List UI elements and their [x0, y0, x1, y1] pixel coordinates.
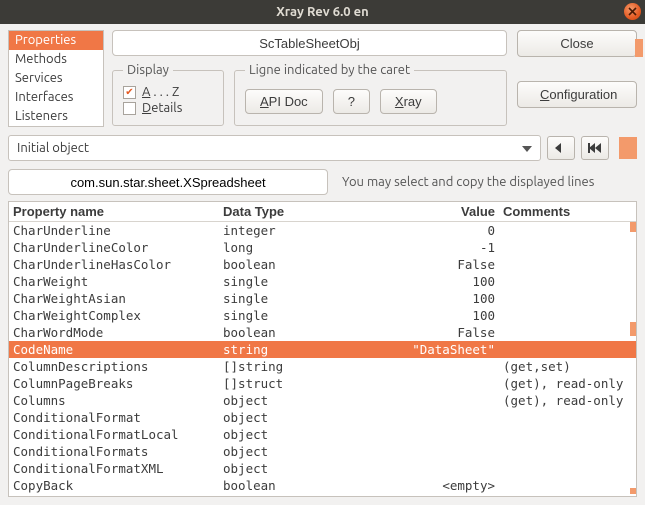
window-titlebar: Xray Rev 6.0 en	[0, 0, 645, 24]
details-label: Details	[142, 101, 182, 115]
table-row[interactable]: CopyBackboolean<empty>	[9, 477, 636, 494]
table-row[interactable]: ConditionalFormatLocalobject	[9, 426, 636, 443]
object-history-label: Initial object	[17, 141, 89, 155]
col-header-comments: Comments	[499, 204, 636, 219]
display-group: Display ✔ A . . . Z Details	[112, 63, 224, 126]
table-row[interactable]: ConditionalFormatobject	[9, 409, 636, 426]
sort-az-checkbox[interactable]: ✔	[123, 86, 136, 99]
table-row[interactable]: CharUnderlineHasColorbooleanFalse	[9, 256, 636, 273]
object-history-select[interactable]: Initial object	[8, 135, 541, 161]
api-doc-button[interactable]: API Doc	[245, 89, 323, 114]
table-row[interactable]: ColumnPageBreaks[]struct(get), read-only	[9, 375, 636, 392]
close-button[interactable]: Close	[517, 30, 637, 57]
xray-button[interactable]: Xray	[380, 89, 437, 114]
table-row[interactable]: CharWeightComplexsingle100	[9, 307, 636, 324]
caret-legend: Ligne indicated by the caret	[245, 63, 414, 77]
nav-first-button[interactable]	[581, 136, 609, 160]
properties-table[interactable]: Property name Data Type Value Comments C…	[8, 201, 637, 497]
tab-listeners[interactable]: Listeners	[9, 107, 103, 126]
col-header-value: Value	[359, 204, 499, 219]
tab-services[interactable]: Services	[9, 69, 103, 88]
table-row[interactable]: CharWeightAsiansingle100	[9, 290, 636, 307]
table-row[interactable]: Columnsobject(get), read-only	[9, 392, 636, 409]
decorative-marker	[635, 39, 643, 57]
table-row[interactable]: ConditionalFormatXMLobject	[9, 460, 636, 477]
table-row[interactable]: CharWordModebooleanFalse	[9, 324, 636, 341]
caret-group: Ligne indicated by the caret API Doc ? X…	[234, 63, 507, 126]
details-checkbox[interactable]	[123, 102, 136, 115]
table-row[interactable]: ConditionalFormatsobject	[9, 443, 636, 460]
display-legend: Display	[123, 63, 173, 77]
object-name-field[interactable]	[112, 30, 507, 56]
sort-az-label: A . . . Z	[142, 85, 179, 99]
table-row[interactable]: CharUnderlineinteger0	[9, 222, 636, 239]
scrollbar-indicator[interactable]	[630, 222, 636, 494]
col-header-type: Data Type	[219, 204, 359, 219]
configuration-button[interactable]: Configuration	[517, 81, 637, 108]
tab-interfaces[interactable]: Interfaces	[9, 88, 103, 107]
category-tabs[interactable]: Properties Methods Services Interfaces L…	[8, 30, 104, 127]
table-row[interactable]: CodeNamestring"DataSheet"	[9, 341, 636, 358]
table-header: Property name Data Type Value Comments	[9, 202, 636, 222]
tab-properties[interactable]: Properties	[9, 31, 103, 50]
table-row[interactable]: ColumnDescriptions[]string(get,set)	[9, 358, 636, 375]
decorative-marker	[619, 137, 637, 159]
interface-field[interactable]	[8, 169, 328, 195]
tab-methods[interactable]: Methods	[9, 50, 103, 69]
table-row[interactable]: CharWeightsingle100	[9, 273, 636, 290]
table-row[interactable]: CharUnderlineColorlong-1	[9, 239, 636, 256]
help-button[interactable]: ?	[333, 89, 370, 114]
window-title: Xray Rev 6.0 en	[276, 5, 369, 19]
copy-hint: You may select and copy the displayed li…	[342, 175, 594, 189]
nav-back-button[interactable]	[547, 136, 575, 160]
col-header-name: Property name	[9, 204, 219, 219]
chevron-down-icon	[522, 141, 532, 155]
window-close-icon[interactable]	[624, 3, 641, 20]
